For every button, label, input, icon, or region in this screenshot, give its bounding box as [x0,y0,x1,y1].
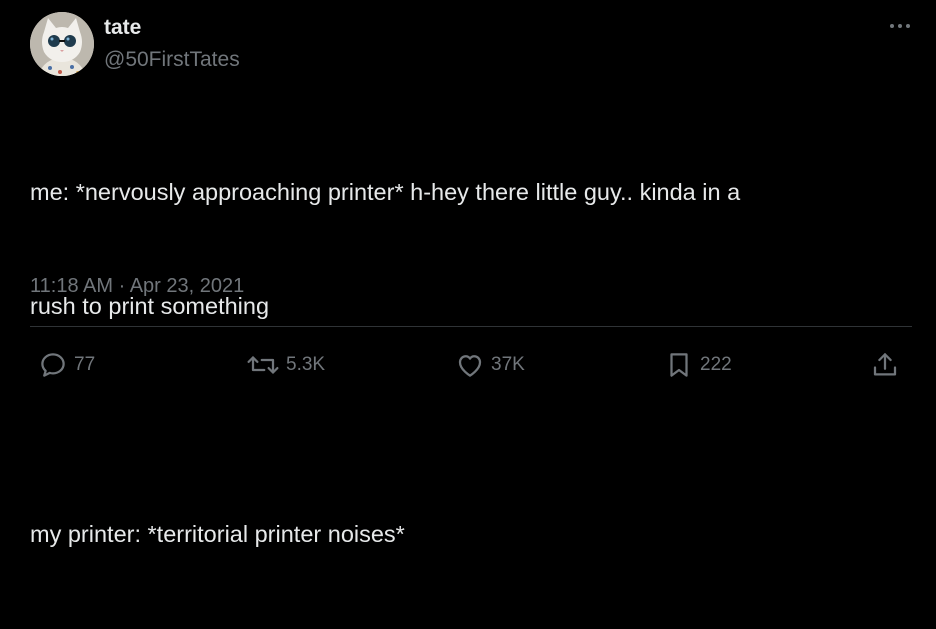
avatar[interactable] [30,12,94,76]
retweet-icon [247,356,279,374]
tweet-card: tate @50FirstTates me: *nervously approa… [0,0,936,547]
divider [30,326,912,327]
tweet-text-line: my printer: *territorial printer noises* [30,521,405,547]
like-count: 37K [491,354,525,375]
tweet-timestamp: 11:18 AM · Apr 23, 2021 [30,272,244,300]
bookmark-count: 222 [700,354,732,375]
like-button[interactable]: 37K [455,348,525,382]
bookmark-button[interactable]: 222 [664,348,732,382]
bookmark-icon [670,353,688,377]
timestamp-separator: · [118,275,126,297]
reply-button[interactable]: 77 [38,348,95,382]
more-options-button[interactable] [880,12,920,40]
share-button[interactable] [870,348,900,382]
tweet-time[interactable]: 11:18 AM [30,275,113,297]
more-horizontal-icon [890,24,910,28]
tweet-date[interactable]: Apr 23, 2021 [130,275,245,297]
like-icon [458,355,482,377]
author-display-name[interactable]: tate [104,14,141,42]
tweet-text-line: me: *nervously approaching printer* h-he… [30,179,741,205]
author-handle[interactable]: @50FirstTates [104,46,240,74]
tweet-text-blank-line: ​ [30,401,910,439]
cat-avatar-image [30,12,94,76]
retweet-button[interactable]: 5.3K [246,348,325,382]
reply-count: 77 [74,354,96,375]
retweet-count: 5.3K [286,354,326,375]
share-icon [873,353,897,376]
reply-icon [41,353,65,377]
